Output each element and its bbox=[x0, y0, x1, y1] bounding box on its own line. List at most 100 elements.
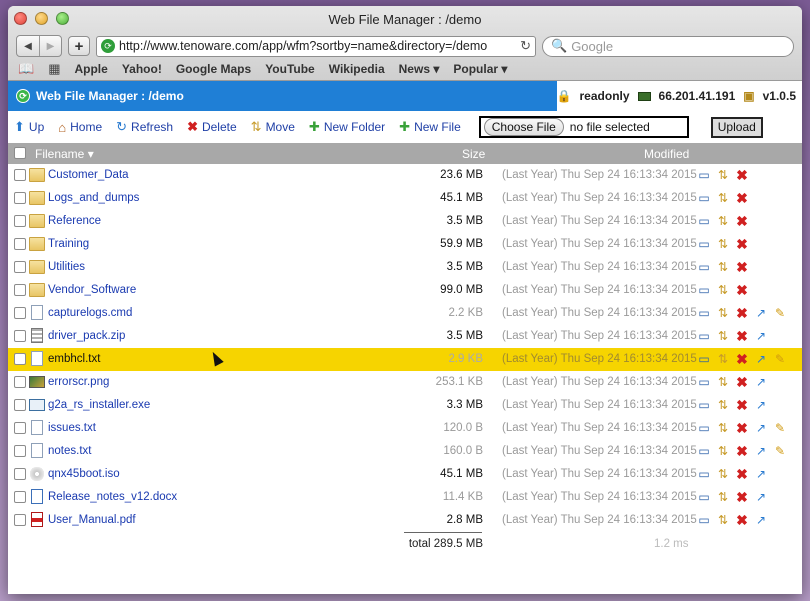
file-row[interactable]: qnx45boot.iso 45.1 MB (Last Year) Thu Se… bbox=[8, 463, 802, 486]
file-upload-input[interactable]: Choose File no file selected bbox=[478, 116, 689, 138]
properties-icon[interactable]: ▭ bbox=[696, 489, 712, 505]
file-name-link[interactable]: capturelogs.cmd bbox=[48, 307, 132, 319]
file-name-link[interactable]: qnx45boot.iso bbox=[48, 468, 120, 480]
row-checkbox[interactable] bbox=[14, 169, 26, 181]
move-file-icon[interactable]: ⇅ bbox=[715, 512, 731, 528]
file-row[interactable]: Reference 3.5 MB (Last Year) Thu Sep 24 … bbox=[8, 210, 802, 233]
new-file-button[interactable]: ✚ New File bbox=[399, 119, 461, 135]
delete-file-icon[interactable]: ✖ bbox=[734, 190, 750, 206]
refresh-button[interactable]: ↻ Refresh bbox=[116, 119, 173, 135]
file-name-link[interactable]: errorscr.png bbox=[48, 376, 109, 388]
file-name-link[interactable]: issues.txt bbox=[48, 422, 96, 434]
row-checkbox[interactable] bbox=[14, 353, 26, 365]
row-checkbox[interactable] bbox=[14, 445, 26, 457]
file-name-link[interactable]: Vendor_Software bbox=[48, 284, 136, 296]
row-checkbox[interactable] bbox=[14, 491, 26, 503]
file-name-link[interactable]: User_Manual.pdf bbox=[48, 514, 136, 526]
address-bar[interactable]: ⟳ http://www.tenoware.com/app/wfm?sortby… bbox=[96, 35, 536, 57]
move-file-icon[interactable]: ⇅ bbox=[715, 397, 731, 413]
add-bookmark-button[interactable]: + bbox=[68, 36, 90, 56]
open-external-icon[interactable]: ↗ bbox=[753, 351, 769, 367]
properties-icon[interactable]: ▭ bbox=[696, 236, 712, 252]
file-row[interactable]: errorscr.png 253.1 KB (Last Year) Thu Se… bbox=[8, 371, 802, 394]
bookmark-popular[interactable]: Popular ▾ bbox=[453, 62, 507, 76]
delete-file-icon[interactable]: ✖ bbox=[734, 167, 750, 183]
delete-file-icon[interactable]: ✖ bbox=[734, 420, 750, 436]
up-button[interactable]: ⬆ Up bbox=[14, 119, 44, 135]
delete-file-icon[interactable]: ✖ bbox=[734, 236, 750, 252]
row-checkbox[interactable] bbox=[14, 376, 26, 388]
delete-file-icon[interactable]: ✖ bbox=[734, 351, 750, 367]
edit-file-icon[interactable]: ✎ bbox=[772, 443, 788, 459]
file-row[interactable]: g2a_rs_installer.exe 3.3 MB (Last Year) … bbox=[8, 394, 802, 417]
delete-file-icon[interactable]: ✖ bbox=[734, 489, 750, 505]
delete-file-icon[interactable]: ✖ bbox=[734, 282, 750, 298]
row-checkbox[interactable] bbox=[14, 468, 26, 480]
file-name-link[interactable]: Training bbox=[48, 238, 89, 250]
file-name-link[interactable]: embhcl.txt bbox=[48, 353, 100, 365]
delete-file-icon[interactable]: ✖ bbox=[734, 466, 750, 482]
move-file-icon[interactable]: ⇅ bbox=[715, 236, 731, 252]
move-file-icon[interactable]: ⇅ bbox=[715, 443, 731, 459]
bookmark-google-maps[interactable]: Google Maps bbox=[176, 62, 251, 76]
open-external-icon[interactable]: ↗ bbox=[753, 305, 769, 321]
bookmark-yahoo[interactable]: Yahoo! bbox=[122, 62, 162, 76]
bookmark-apple[interactable]: Apple bbox=[74, 62, 107, 76]
back-button[interactable]: ◀ bbox=[17, 36, 39, 56]
delete-file-icon[interactable]: ✖ bbox=[734, 259, 750, 275]
delete-file-icon[interactable]: ✖ bbox=[734, 443, 750, 459]
row-checkbox[interactable] bbox=[14, 330, 26, 342]
row-checkbox[interactable] bbox=[14, 261, 26, 273]
file-row[interactable]: Training 59.9 MB (Last Year) Thu Sep 24 … bbox=[8, 233, 802, 256]
delete-file-icon[interactable]: ✖ bbox=[734, 397, 750, 413]
move-file-icon[interactable]: ⇅ bbox=[715, 489, 731, 505]
row-checkbox[interactable] bbox=[14, 192, 26, 204]
upload-button[interactable]: Upload bbox=[710, 116, 763, 138]
properties-icon[interactable]: ▭ bbox=[696, 512, 712, 528]
row-checkbox[interactable] bbox=[14, 422, 26, 434]
row-checkbox[interactable] bbox=[14, 284, 26, 296]
file-name-link[interactable]: notes.txt bbox=[48, 445, 91, 457]
file-name-link[interactable]: g2a_rs_installer.exe bbox=[48, 399, 150, 411]
delete-file-icon[interactable]: ✖ bbox=[734, 305, 750, 321]
open-external-icon[interactable]: ↗ bbox=[753, 374, 769, 390]
move-file-icon[interactable]: ⇅ bbox=[715, 466, 731, 482]
modified-column-header[interactable]: Modified bbox=[644, 147, 689, 161]
properties-icon[interactable]: ▭ bbox=[696, 259, 712, 275]
file-row[interactable]: issues.txt 120.0 B (Last Year) Thu Sep 2… bbox=[8, 417, 802, 440]
search-field[interactable]: 🔍 Google bbox=[542, 35, 794, 57]
move-file-icon[interactable]: ⇅ bbox=[715, 213, 731, 229]
move-file-icon[interactable]: ⇅ bbox=[715, 190, 731, 206]
file-name-link[interactable]: Logs_and_dumps bbox=[48, 192, 139, 204]
move-file-icon[interactable]: ⇅ bbox=[715, 328, 731, 344]
open-external-icon[interactable]: ↗ bbox=[753, 443, 769, 459]
file-row[interactable]: Release_notes_v12.docx 11.4 KB (Last Yea… bbox=[8, 486, 802, 509]
properties-icon[interactable]: ▭ bbox=[696, 190, 712, 206]
file-row[interactable]: Customer_Data 23.6 MB (Last Year) Thu Se… bbox=[8, 164, 802, 187]
edit-file-icon[interactable]: ✎ bbox=[772, 351, 788, 367]
move-file-icon[interactable]: ⇅ bbox=[715, 167, 731, 183]
move-file-icon[interactable]: ⇅ bbox=[715, 282, 731, 298]
file-row[interactable]: notes.txt 160.0 B (Last Year) Thu Sep 24… bbox=[8, 440, 802, 463]
file-row[interactable]: Logs_and_dumps 45.1 MB (Last Year) Thu S… bbox=[8, 187, 802, 210]
new-folder-button[interactable]: ✚ New Folder bbox=[309, 119, 385, 135]
open-external-icon[interactable]: ↗ bbox=[753, 328, 769, 344]
properties-icon[interactable]: ▭ bbox=[696, 282, 712, 298]
file-row[interactable]: capturelogs.cmd 2.2 KB (Last Year) Thu S… bbox=[8, 302, 802, 325]
row-checkbox[interactable] bbox=[14, 307, 26, 319]
properties-icon[interactable]: ▭ bbox=[696, 351, 712, 367]
move-button[interactable]: ⇅ Move bbox=[251, 119, 295, 135]
open-external-icon[interactable]: ↗ bbox=[753, 397, 769, 413]
move-file-icon[interactable]: ⇅ bbox=[715, 305, 731, 321]
properties-icon[interactable]: ▭ bbox=[696, 213, 712, 229]
properties-icon[interactable]: ▭ bbox=[696, 305, 712, 321]
choose-file-button[interactable]: Choose File bbox=[483, 118, 564, 136]
properties-icon[interactable]: ▭ bbox=[696, 397, 712, 413]
select-all-checkbox[interactable] bbox=[14, 147, 26, 159]
properties-icon[interactable]: ▭ bbox=[696, 420, 712, 436]
row-checkbox[interactable] bbox=[14, 514, 26, 526]
bookmark-news[interactable]: News ▾ bbox=[399, 62, 440, 76]
properties-icon[interactable]: ▭ bbox=[696, 328, 712, 344]
file-name-link[interactable]: Utilities bbox=[48, 261, 85, 273]
open-external-icon[interactable]: ↗ bbox=[753, 489, 769, 505]
